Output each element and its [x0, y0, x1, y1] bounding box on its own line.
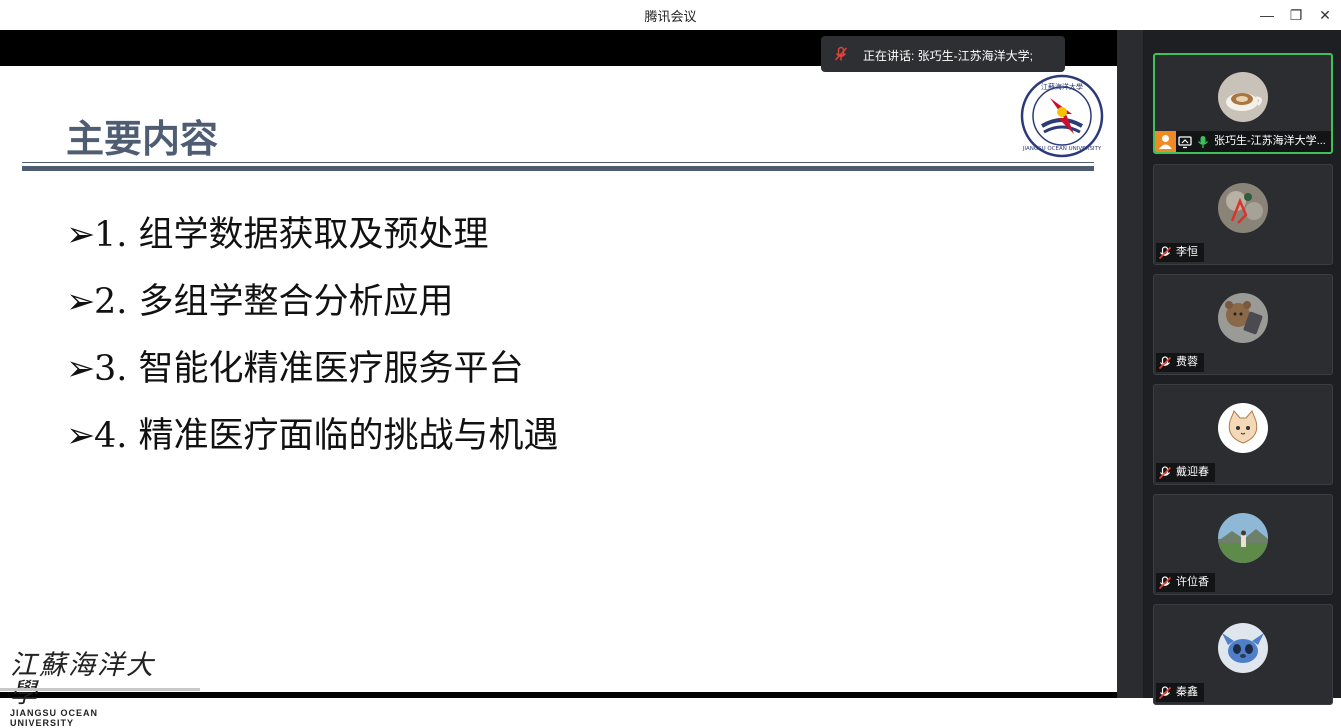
arrow-bullet-icon: ➢ [66, 215, 96, 255]
app-title: 腾讯会议 [644, 9, 697, 24]
participant-video-panel: 张巧生-江苏海洋大学... 李恒 费蓉 戴迎春 许位香 秦鑫 [1143, 30, 1341, 705]
agenda-item: ➢4. 精准医疗面临的挑战与机遇 [66, 416, 559, 456]
mic-muted-icon [1158, 245, 1172, 259]
participant-tile[interactable]: 戴迎春 [1153, 384, 1333, 485]
cat-avatar [1218, 403, 1268, 453]
presentation-slide: 主要内容 江蘇海洋大學 JIANGSU OCEAN UNIVERSITY ➢1.… [0, 66, 1117, 728]
figure-avatar [1218, 183, 1268, 233]
arrow-bullet-icon: ➢ [66, 416, 96, 456]
participant-tile[interactable]: 许位香 [1153, 494, 1333, 595]
participant-tile[interactable]: 秦鑫 [1153, 604, 1333, 705]
participant-name: 许位香 [1176, 576, 1209, 588]
agenda-item: ➢1. 组学数据获取及预处理 [66, 215, 489, 255]
mic-muted-icon [1158, 575, 1172, 589]
participant-namebar: 张巧生-江苏海洋大学... [1155, 131, 1331, 152]
participant-tile[interactable]: 张巧生-江苏海洋大学... [1153, 53, 1333, 154]
participant-tile[interactable]: 李恒 [1153, 164, 1333, 265]
agenda-item: ➢2. 多组学整合分析应用 [66, 282, 454, 322]
footer-logo-english: JIANGSU OCEAN UNIVERSITY [10, 708, 99, 728]
agenda-item: ➢3. 智能化精准医疗服务平台 [66, 349, 524, 389]
mic-muted-icon [1158, 465, 1172, 479]
participant-name: 李恒 [1176, 246, 1198, 258]
title-rule-thick [22, 166, 1094, 171]
participant-namebar: 秦鑫 [1156, 683, 1204, 702]
participant-name: 张巧生-江苏海洋大学... [1214, 135, 1326, 147]
mic-muted-icon [1158, 685, 1172, 699]
speaking-indicator: 正在讲话: 张巧生-江苏海洋大学; [821, 36, 1065, 72]
close-button[interactable]: ✕ [1314, 4, 1336, 26]
svg-text:江蘇海洋大學: 江蘇海洋大學 [1041, 82, 1083, 91]
slide-bottom-line [0, 688, 200, 691]
participant-namebar: 李恒 [1156, 243, 1204, 262]
screen-share-icon [1178, 135, 1192, 148]
minimize-button[interactable]: — [1256, 4, 1278, 26]
participant-namebar: 费蓉 [1156, 353, 1204, 372]
arrow-bullet-icon: ➢ [66, 349, 96, 389]
participant-tile[interactable]: 费蓉 [1153, 274, 1333, 375]
stitch-avatar [1218, 623, 1268, 673]
footer-logo-chinese: 江蘇海洋大學 [10, 650, 155, 709]
participant-namebar: 戴迎春 [1156, 463, 1215, 482]
participant-name: 费蓉 [1176, 356, 1198, 368]
title-rule-thin [22, 162, 1094, 163]
participant-name: 戴迎春 [1176, 466, 1209, 478]
university-logo-icon: 江蘇海洋大學 JIANGSU OCEAN UNIVERSITY [1020, 74, 1104, 158]
window-titlebar: 腾讯会议 — ❐ ✕ [0, 0, 1341, 30]
host-icon [1155, 131, 1176, 152]
participant-name: 秦鑫 [1176, 686, 1198, 698]
slide-title: 主要内容 [66, 117, 219, 161]
mic-on-icon [1197, 135, 1209, 148]
coffee-avatar [1218, 72, 1268, 122]
landscape-avatar [1218, 513, 1268, 563]
mic-muted-icon [834, 46, 848, 61]
svg-text:JIANGSU OCEAN UNIVERSITY: JIANGSU OCEAN UNIVERSITY [1022, 146, 1102, 152]
speaking-text: 正在讲话: 张巧生-江苏海洋大学; [863, 49, 1033, 63]
mic-muted-icon [1158, 355, 1172, 369]
panel-divider[interactable] [1117, 30, 1143, 698]
restore-button[interactable]: ❐ [1285, 4, 1307, 26]
bear-avatar [1218, 293, 1268, 343]
shared-screen-area[interactable]: 主要内容 江蘇海洋大學 JIANGSU OCEAN UNIVERSITY ➢1.… [0, 30, 1117, 728]
participant-namebar: 许位香 [1156, 573, 1215, 592]
arrow-bullet-icon: ➢ [66, 282, 96, 322]
